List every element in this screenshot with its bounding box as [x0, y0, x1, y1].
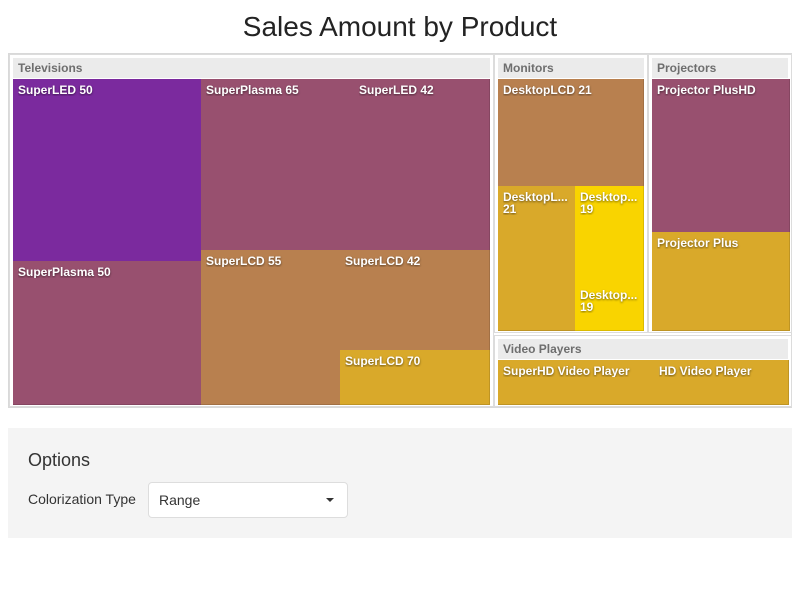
treemap-group-monitors: Monitors DesktopLCD 21 DesktopL... 21 De… [494, 54, 648, 333]
group-header-monitors: Monitors [498, 58, 644, 78]
treemap-tile[interactable]: HD Video Player [654, 360, 789, 405]
treemap-tile[interactable]: SuperPlasma 65 [201, 79, 355, 251]
treemap-tile[interactable]: DesktopLCD 21 [498, 79, 644, 187]
group-header-projectors: Projectors [652, 58, 788, 78]
options-panel: Options Colorization Type Range [8, 428, 792, 538]
treemap-tile[interactable]: DesktopL... 21 [498, 186, 576, 331]
colorization-type-value: Range [159, 492, 201, 508]
tile-label: DesktopL... 21 [503, 191, 568, 215]
treemap-tile[interactable]: SuperLCD 55 [201, 250, 341, 405]
treemap-tile[interactable]: SuperPlasma 50 [13, 261, 202, 405]
tile-label: Desktop... 19 [580, 289, 638, 313]
treemap-group-video-players: Video Players SuperHD Video Player HD Vi… [494, 335, 792, 407]
tile-label: SuperLCD 42 [345, 255, 421, 267]
tile-label: SuperLCD 70 [345, 355, 421, 367]
tile-label: HD Video Player [659, 365, 752, 377]
treemap-tile[interactable]: SuperLED 50 [13, 79, 202, 262]
group-header-video-players: Video Players [498, 339, 788, 359]
tile-label: SuperLED 50 [18, 84, 93, 96]
colorization-type-label: Colorization Type [28, 491, 136, 507]
treemap-chart: Televisions SuperLED 50 SuperPlasma 65 S… [8, 53, 792, 408]
chart-title: Sales Amount by Product [242, 11, 558, 42]
treemap-tile[interactable]: SuperLCD 42 [340, 250, 490, 351]
tile-label: Desktop... 19 [580, 191, 638, 215]
tile-label: SuperPlasma 65 [206, 84, 299, 96]
chevron-down-icon [326, 498, 334, 502]
group-header-televisions: Televisions [13, 58, 490, 78]
tile-label: SuperHD Video Player [503, 365, 630, 377]
tile-label: Projector Plus [657, 237, 739, 249]
treemap-tile[interactable]: SuperLCD 70 [340, 350, 490, 405]
colorization-type-select[interactable]: Range [148, 482, 348, 518]
treemap-group-televisions: Televisions SuperLED 50 SuperPlasma 65 S… [9, 54, 494, 407]
tile-label: Projector PlusHD [657, 84, 756, 96]
tile-label: SuperLCD 55 [206, 255, 282, 267]
treemap-tile[interactable]: SuperLED 42 [354, 79, 490, 251]
treemap-tile[interactable]: Projector PlusHD [652, 79, 790, 233]
tile-label: DesktopLCD 21 [503, 84, 592, 96]
treemap-tile[interactable]: SuperHD Video Player [498, 360, 655, 405]
treemap-tile[interactable]: Desktop... 19 [575, 186, 644, 285]
tile-label: SuperLED 42 [359, 84, 434, 96]
treemap-tile[interactable]: Projector Plus [652, 232, 790, 331]
tile-label: SuperPlasma 50 [18, 266, 111, 278]
treemap-tile[interactable]: Desktop... 19 [575, 284, 644, 331]
treemap-group-projectors: Projectors Projector PlusHD Projector Pl… [648, 54, 792, 333]
options-title: Options [28, 450, 91, 470]
